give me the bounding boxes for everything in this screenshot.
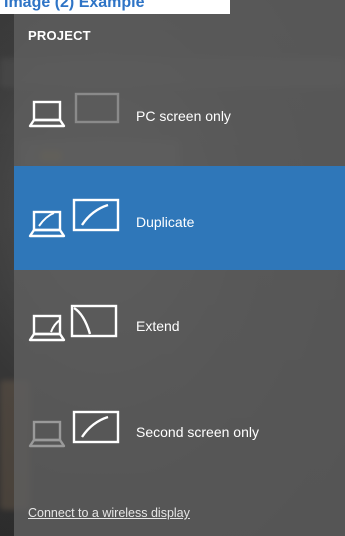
connect-wireless-display-link[interactable]: Connect to a wireless display [28, 506, 190, 520]
screen: Image (2) Example PROJECT PC screen only [0, 0, 345, 536]
option-label: Duplicate [136, 214, 195, 230]
option-second-screen-only[interactable]: Second screen only [14, 378, 345, 482]
document-heading: Image (2) Example [0, 0, 230, 14]
option-label: Extend [136, 318, 180, 334]
document-heading-text: Image (2) Example [4, 0, 145, 11]
second-screen-only-icon [28, 410, 120, 448]
option-pc-screen-only[interactable]: PC screen only [14, 64, 345, 168]
pc-screen-only-icon [28, 92, 120, 128]
extend-icon [28, 304, 118, 342]
option-label: Second screen only [136, 424, 259, 440]
project-flyout: PROJECT PC screen only Duplicate Extend … [14, 0, 345, 536]
option-label: PC screen only [136, 108, 231, 124]
flyout-title: PROJECT [28, 28, 91, 43]
option-duplicate[interactable]: Duplicate [14, 166, 345, 270]
option-extend[interactable]: Extend [14, 272, 345, 376]
duplicate-icon [28, 198, 120, 238]
